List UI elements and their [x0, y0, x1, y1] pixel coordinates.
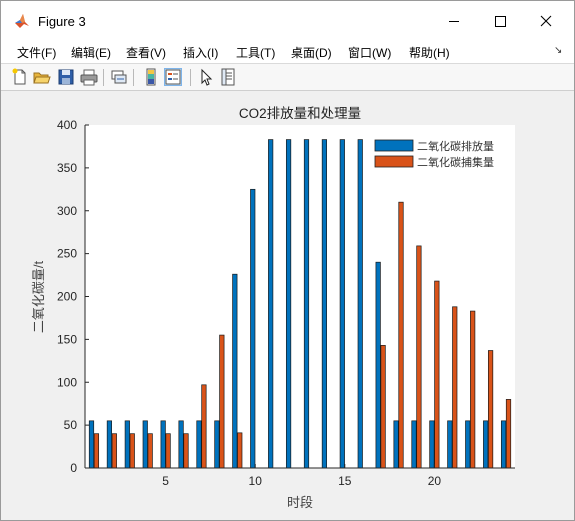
bar-emission: [142, 420, 148, 469]
minimize-button[interactable]: [431, 1, 477, 41]
menu-edit[interactable]: 编辑(E): [71, 44, 111, 61]
legend-label-emission: 二氧化碳排放量: [417, 139, 494, 153]
menu-bar: 文件(F) 编辑(E) 查看(V) 插入(I) 工具(T) 桌面(D) 窗口(W…: [1, 41, 574, 63]
bar-emission: [411, 420, 417, 469]
window-title: Figure 3: [38, 14, 86, 29]
y-tick-label: 150: [57, 332, 77, 346]
bar-emission: [429, 420, 435, 469]
bar-emission: [250, 188, 256, 469]
bar-capture: [219, 334, 225, 469]
bar-emission: [339, 139, 345, 469]
bar-emission: [124, 420, 130, 469]
bar-emission: [500, 420, 507, 469]
plot-area: [85, 125, 515, 468]
bar-capture: [111, 433, 117, 469]
bar-capture: [237, 432, 243, 469]
y-tick-label: 400: [57, 118, 77, 132]
insert-legend-icon[interactable]: [164, 68, 182, 86]
bar-capture: [201, 384, 207, 469]
toolbar-separator: [133, 69, 134, 86]
bar-emission: [321, 139, 328, 469]
x-tick-label: 20: [428, 474, 442, 488]
x-tick-label: 5: [162, 474, 169, 488]
legend-swatch-emission: [374, 139, 414, 152]
bar-capture: [398, 201, 404, 469]
bar-capture: [487, 350, 494, 469]
bar-emission: [196, 420, 202, 469]
bar-capture: [183, 433, 189, 469]
bar-emission: [232, 273, 238, 469]
bar-emission: [178, 420, 184, 469]
bar-capture: [416, 245, 422, 469]
bar-capture: [129, 433, 135, 469]
bar-emission: [357, 139, 363, 469]
menu-insert[interactable]: 插入(I): [183, 44, 218, 61]
y-tick-label: 350: [57, 161, 77, 175]
maximize-icon: [494, 15, 506, 27]
menu-help[interactable]: 帮助(H): [409, 44, 450, 61]
bar-emission: [88, 420, 95, 469]
bar-capture: [434, 280, 440, 469]
bar-emission: [375, 261, 381, 469]
bar-capture: [165, 433, 171, 469]
figure-area: 0 50 100 150 200 250 300 350 400 5 10 15 20 CO2排放量和处…: [9, 91, 567, 515]
bar-capture: [505, 399, 512, 469]
open-file-icon[interactable]: [33, 68, 51, 86]
save-icon[interactable]: [57, 68, 75, 86]
bar-capture: [147, 433, 153, 469]
insert-colorbar-icon[interactable]: [142, 68, 160, 86]
bar-capture: [470, 310, 476, 469]
chart-title: CO2排放量和处理量: [239, 106, 361, 121]
menu-file[interactable]: 文件(F): [17, 44, 56, 61]
print-icon[interactable]: [80, 68, 98, 86]
new-figure-icon[interactable]: [11, 68, 29, 86]
link-icon[interactable]: [110, 68, 128, 86]
menu-window[interactable]: 窗口(W): [348, 44, 391, 61]
legend-label-capture: 二氧化碳捕集量: [417, 155, 494, 169]
dock-arrow-icon[interactable]: ↘: [554, 45, 562, 56]
y-tick-label: 200: [57, 290, 77, 304]
bar-emission: [393, 420, 399, 469]
bar-emission: [447, 420, 453, 469]
minimize-icon: [448, 20, 459, 22]
bar-emission: [465, 420, 471, 469]
y-axis-label: 二氧化碳量/t: [31, 261, 46, 334]
bar-capture: [452, 306, 458, 469]
bar-emission: [303, 139, 310, 469]
close-button[interactable]: [523, 1, 569, 41]
y-tick-label: 250: [57, 247, 77, 261]
figure-window: Figure 3 文件(F) 编辑(E) 查看(V) 插入(I) 工具(T) 桌…: [0, 0, 575, 521]
property-inspector-icon[interactable]: [219, 68, 237, 86]
maximize-button[interactable]: [477, 1, 523, 41]
toolbar-separator: [103, 69, 104, 86]
close-icon: [540, 15, 552, 27]
y-tick-label: 50: [64, 418, 78, 432]
bar-capture: [93, 433, 100, 469]
x-tick-label: 15: [338, 474, 352, 488]
select-arrow-icon[interactable]: [197, 68, 215, 86]
y-tick-label: 300: [57, 204, 77, 218]
menu-view[interactable]: 查看(V): [126, 44, 166, 61]
title-bar: Figure 3: [1, 1, 574, 41]
bar-emission: [106, 420, 113, 469]
bar-emission: [268, 139, 274, 469]
bar-emission: [160, 420, 166, 469]
bar-emission: [214, 420, 220, 469]
x-tick-label: 10: [249, 474, 263, 488]
menu-tools[interactable]: 工具(T): [236, 44, 275, 61]
y-tick-label: 0: [70, 461, 77, 475]
toolbar: [1, 63, 574, 91]
y-tick-label: 100: [57, 375, 77, 389]
bar-emission: [483, 420, 489, 469]
legend-swatch-capture: [374, 155, 414, 168]
matlab-logo-icon: [14, 13, 30, 29]
x-axis-label: 时段: [287, 495, 313, 510]
bar-emission: [285, 139, 292, 469]
legend[interactable]: 二氧化碳排放量 二氧化碳捕集量: [370, 134, 512, 172]
bar-chart: 0 50 100 150 200 250 300 350 400 5 10 15 20 CO2排放量和处…: [31, 106, 515, 510]
bar-capture: [380, 345, 386, 469]
toolbar-separator: [190, 69, 191, 86]
menu-desktop[interactable]: 桌面(D): [291, 44, 332, 61]
